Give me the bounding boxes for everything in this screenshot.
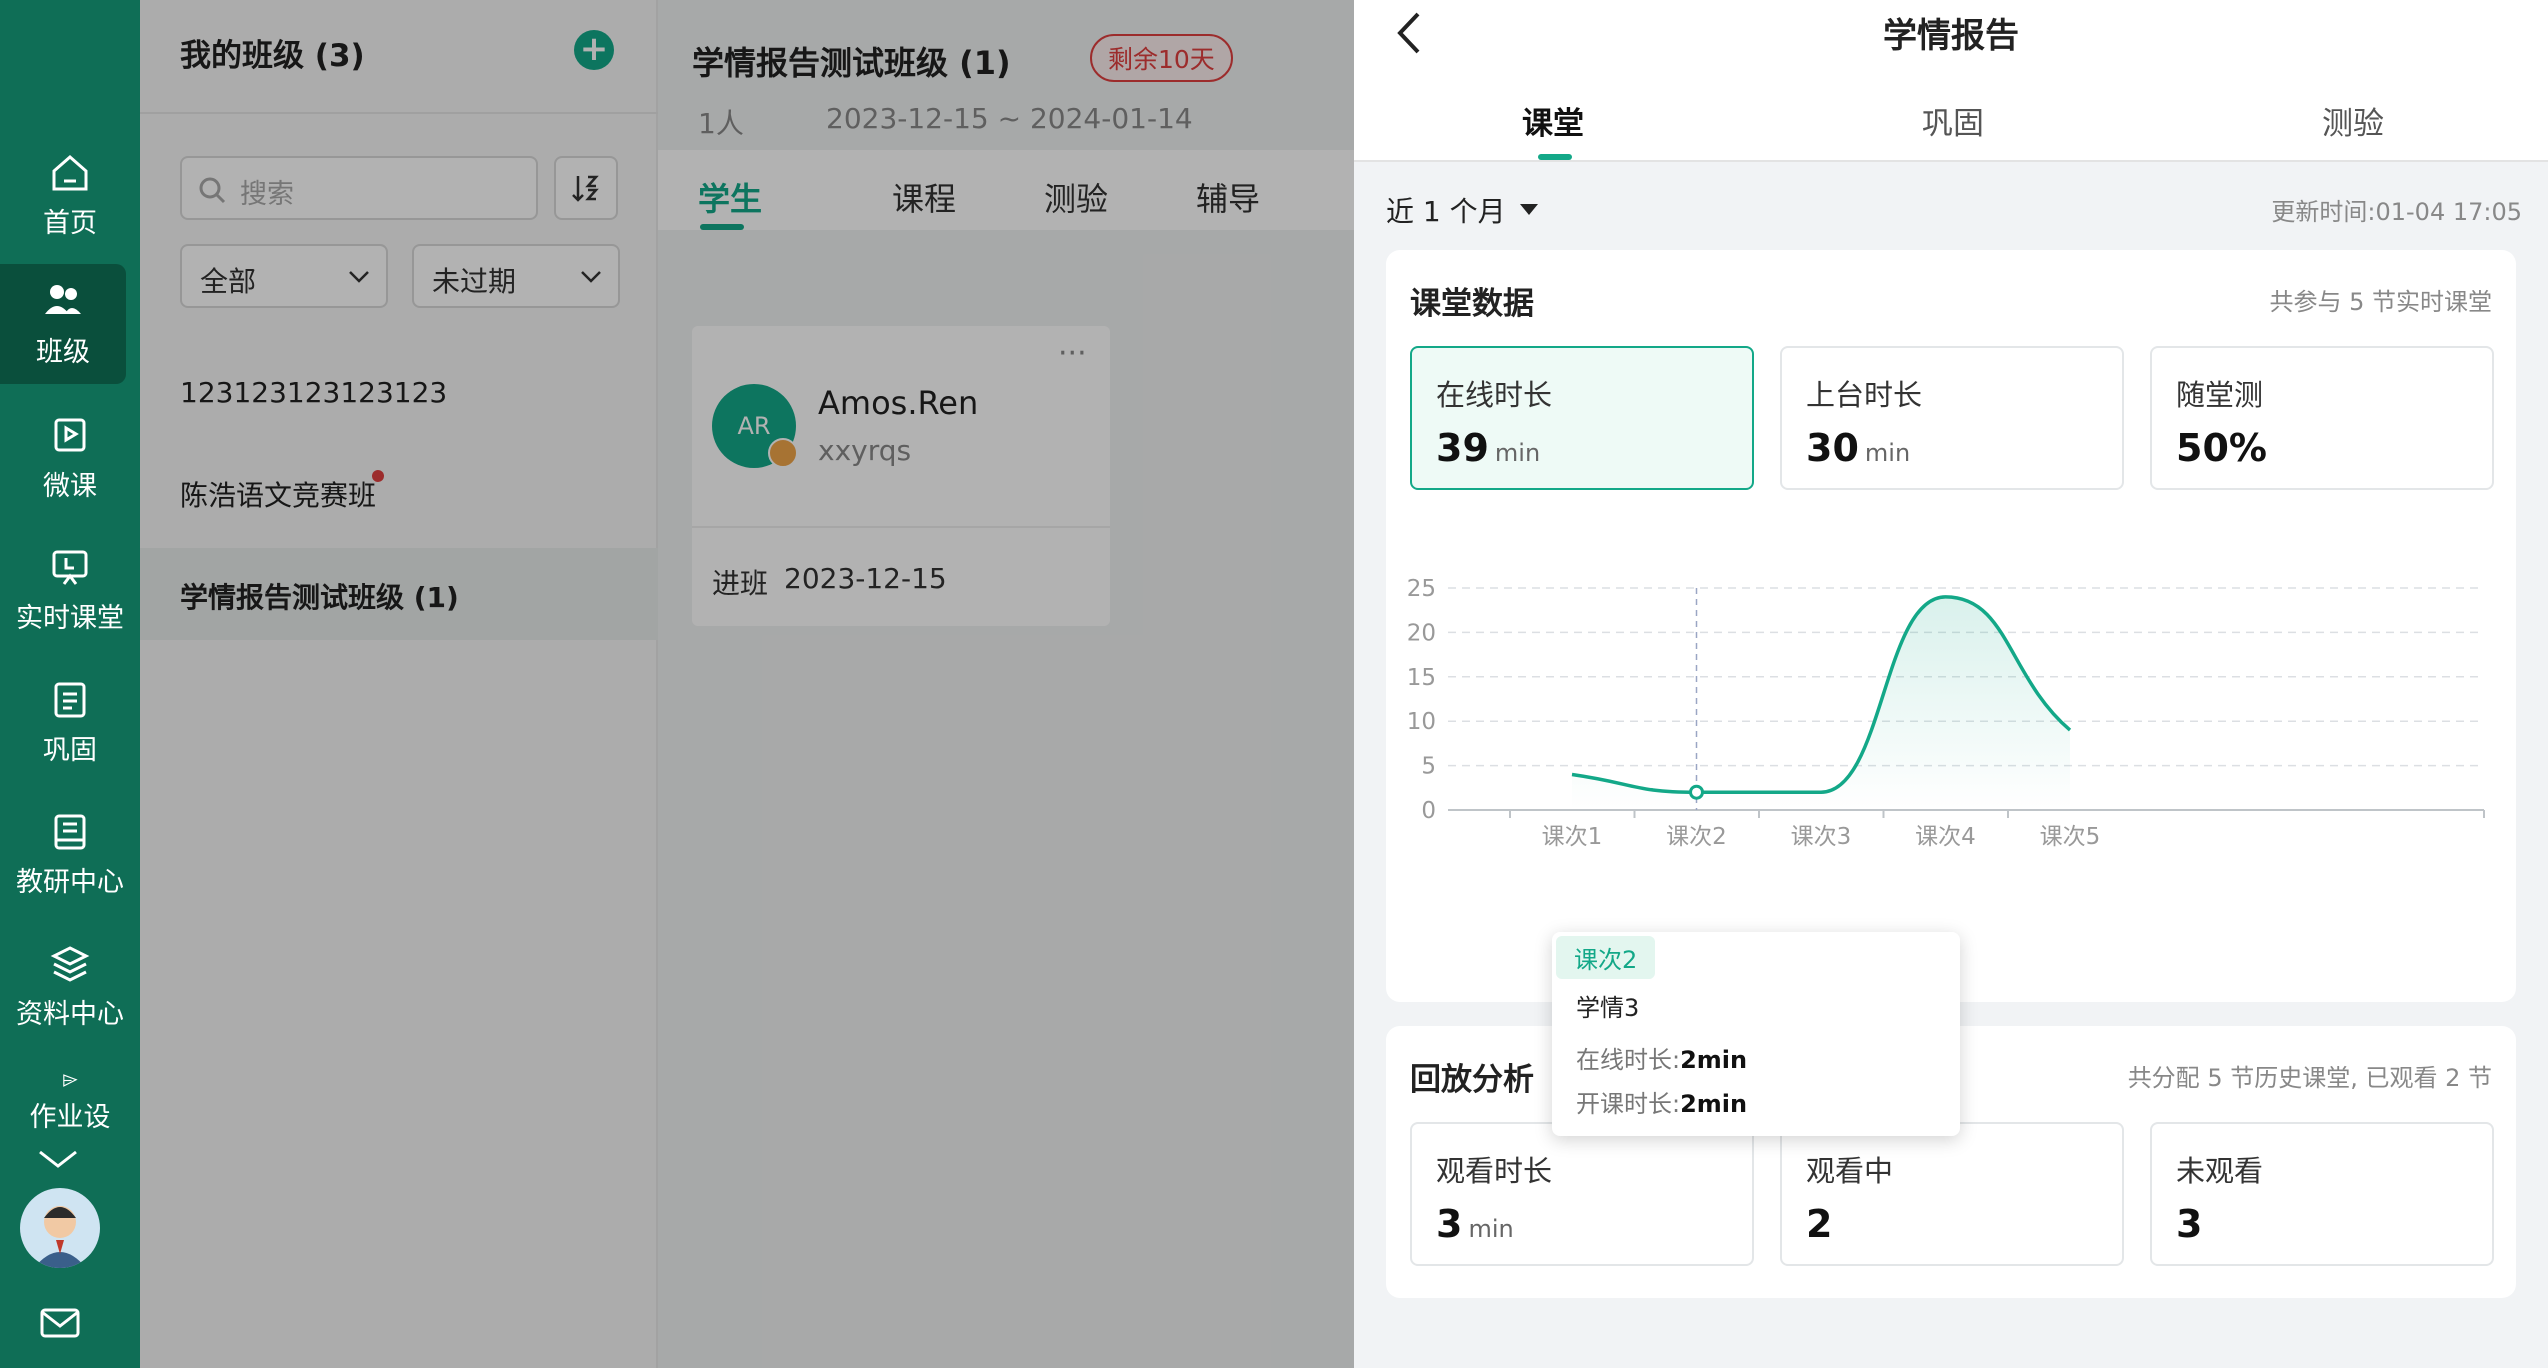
stat-watch-duration[interactable]: 观看时长 3 min bbox=[1410, 1122, 1754, 1266]
update-value: 01-04 17:05 bbox=[2375, 198, 2522, 226]
stat-value: 30 min bbox=[1806, 426, 1911, 470]
report-title: 学情报告 bbox=[1883, 16, 2019, 56]
period-select[interactable]: 近 1 个月 bbox=[1386, 190, 1538, 230]
nav-label: 作业设 bbox=[29, 1102, 111, 1133]
y-tick-label: 10 bbox=[1407, 709, 1436, 735]
tab-practice[interactable]: 巩固 bbox=[1922, 98, 1984, 143]
x-tick-label: 课次2 bbox=[1666, 824, 1727, 850]
y-tick-label: 5 bbox=[1421, 754, 1436, 780]
homework-icon bbox=[63, 1074, 78, 1087]
y-tick-label: 25 bbox=[1407, 576, 1436, 602]
data-point bbox=[1689, 784, 1704, 800]
stat-quiz[interactable]: 随堂测 50% bbox=[2150, 346, 2494, 490]
nav-label: 实时课堂 bbox=[16, 602, 124, 634]
stat-label: 观看中 bbox=[1806, 1154, 1894, 1188]
report-header: 学情报告 课堂 巩固 测验 bbox=[1354, 0, 2548, 162]
nav-home[interactable]: 首页 bbox=[0, 135, 140, 255]
practice-icon bbox=[54, 682, 86, 717]
nav-label: 班级 bbox=[36, 336, 90, 368]
tooltip-open: 开课时长:2min bbox=[1576, 1090, 1748, 1118]
x-tick-label: 课次1 bbox=[1542, 824, 1603, 850]
tab-indicator bbox=[1538, 154, 1572, 160]
stat-value: 3 bbox=[2176, 1202, 2203, 1246]
nav-label: 首页 bbox=[43, 207, 97, 239]
nav-homework[interactable]: 作业设 bbox=[0, 1058, 140, 1134]
nav-practice[interactable]: 巩固 bbox=[0, 662, 140, 782]
stat-label: 在线时长 bbox=[1436, 378, 1553, 412]
stat-online-duration[interactable]: 在线时长 39 min bbox=[1410, 346, 1754, 490]
stat-value: 2 bbox=[1806, 1202, 1833, 1246]
nav-research[interactable]: 教研中心 bbox=[0, 794, 140, 914]
tab-classroom[interactable]: 课堂 bbox=[1522, 98, 1584, 143]
chevron-down-icon[interactable] bbox=[38, 1148, 78, 1170]
home-icon bbox=[52, 154, 88, 190]
y-tick-label: 0 bbox=[1421, 798, 1436, 824]
nav-label: 微课 bbox=[43, 470, 97, 502]
y-tick-label: 20 bbox=[1407, 620, 1436, 646]
modal-overlay[interactable] bbox=[140, 0, 1354, 1368]
classroom-data-card: 课堂数据 共参与 5 节实时课堂 在线时长 39 min 上台时长 30 min 随… bbox=[1386, 250, 2516, 1002]
update-label: 更新时间: bbox=[2271, 198, 2376, 226]
stat-value: 3 min bbox=[1436, 1202, 1514, 1246]
playback-title: 回放分析 bbox=[1410, 1062, 1534, 1098]
microlesson-icon bbox=[54, 418, 86, 451]
period-value: 近 1 个月 bbox=[1386, 195, 1506, 228]
series-area bbox=[1572, 596, 2070, 810]
stat-label: 未观看 bbox=[2176, 1154, 2264, 1188]
playback-summary: 共分配 5 节历史课堂, 已观看 2 节 bbox=[2127, 1064, 2492, 1092]
caret-down-icon bbox=[1519, 204, 1538, 215]
classroom-line-chart[interactable]: 0 5 10 15 20 25 课次1 课次2 课次3 课次4 课次5 bbox=[1386, 520, 2516, 990]
nav-live-class[interactable]: 实时课堂 bbox=[0, 530, 140, 650]
stat-label: 观看时长 bbox=[1436, 1154, 1553, 1188]
stat-watching[interactable]: 观看中 2 bbox=[1780, 1122, 2124, 1266]
stat-label: 随堂测 bbox=[2176, 378, 2264, 412]
avatar[interactable] bbox=[20, 1188, 100, 1268]
x-tick-label: 课次3 bbox=[1791, 824, 1852, 850]
x-tick-label: 课次5 bbox=[2040, 824, 2101, 850]
class-icon bbox=[45, 284, 81, 314]
update-time: 更新时间:01-04 17:05 bbox=[2271, 192, 2522, 227]
y-tick-label: 15 bbox=[1407, 665, 1436, 691]
stat-value: 39 min bbox=[1436, 426, 1541, 470]
mail-icon[interactable] bbox=[40, 1308, 80, 1338]
tooltip-lesson: 学情3 bbox=[1576, 994, 1640, 1022]
nav-label: 教研中心 bbox=[16, 866, 124, 898]
stat-value: 50% bbox=[2176, 426, 2267, 470]
nav-class[interactable]: 班级 bbox=[0, 264, 126, 384]
tab-test[interactable]: 测验 bbox=[2322, 98, 2384, 143]
classroom-data-summary: 共参与 5 节实时课堂 bbox=[2269, 288, 2492, 316]
nav-microlesson[interactable]: 微课 bbox=[0, 398, 140, 518]
classroom-data-title: 课堂数据 bbox=[1410, 286, 1534, 322]
live-class-icon bbox=[52, 550, 88, 585]
stat-label: 上台时长 bbox=[1806, 378, 1923, 412]
nav-materials[interactable]: 资料中心 bbox=[0, 926, 140, 1046]
chart-tooltip: 课次2 学情3 在线时长:2min 开课时长:2min bbox=[1552, 932, 1960, 1136]
research-icon bbox=[54, 814, 86, 849]
x-tick-label: 课次4 bbox=[1915, 824, 1976, 850]
nav-label: 资料中心 bbox=[16, 998, 124, 1030]
tooltip-category: 课次2 bbox=[1556, 936, 1656, 979]
stat-not-watched[interactable]: 未观看 3 bbox=[2150, 1122, 2494, 1266]
stat-stage-duration[interactable]: 上台时长 30 min bbox=[1780, 346, 2124, 490]
nav-label: 巩固 bbox=[43, 734, 97, 766]
report-drawer: 学情报告 课堂 巩固 测验 近 1 个月 更新时间:01-04 17:05 课堂… bbox=[1354, 0, 2548, 1368]
tooltip-online: 在线时长:2min bbox=[1576, 1046, 1748, 1074]
materials-icon bbox=[50, 945, 90, 982]
main-nav: 首页 班级 微课 实时课堂 巩固 教研中心 资料中心 作业设 bbox=[0, 0, 140, 1368]
